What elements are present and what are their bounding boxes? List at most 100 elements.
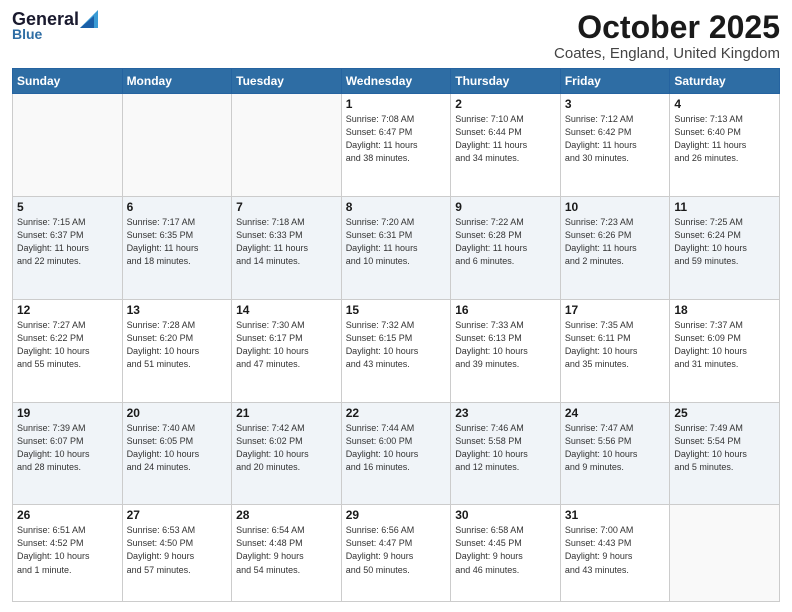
day-info: Sunrise: 7:44 AMSunset: 6:00 PMDaylight:… — [346, 422, 447, 474]
day-info: Sunrise: 7:18 AMSunset: 6:33 PMDaylight:… — [236, 216, 337, 268]
table-row: 5 Sunrise: 7:15 AMSunset: 6:37 PMDaylight… — [13, 196, 123, 299]
day-number: 22 — [346, 406, 447, 420]
day-number: 5 — [17, 200, 118, 214]
table-row: 7 Sunrise: 7:18 AMSunset: 6:33 PMDaylight… — [232, 196, 342, 299]
day-info: Sunrise: 7:32 AMSunset: 6:15 PMDaylight:… — [346, 319, 447, 371]
calendar-week-1: 1 Sunrise: 7:08 AMSunset: 6:47 PMDaylight… — [13, 94, 780, 197]
table-row: 10 Sunrise: 7:23 AMSunset: 6:26 PMDayligh… — [560, 196, 670, 299]
table-row: 1 Sunrise: 7:08 AMSunset: 6:47 PMDaylight… — [341, 94, 451, 197]
day-number: 23 — [455, 406, 556, 420]
day-info: Sunrise: 7:17 AMSunset: 6:35 PMDaylight:… — [127, 216, 228, 268]
location: Coates, England, United Kingdom — [554, 45, 780, 62]
table-row: 23 Sunrise: 7:46 AMSunset: 5:58 PMDayligh… — [451, 402, 561, 505]
day-number: 6 — [127, 200, 228, 214]
col-wednesday: Wednesday — [341, 69, 451, 94]
table-row: 16Sunrise: 7:33 AMSunset: 6:13 PMDayligh… — [451, 299, 561, 402]
day-info: Sunrise: 6:58 AMSunset: 4:45 PMDaylight:… — [455, 524, 556, 576]
logo: General Blue — [12, 10, 98, 42]
page: General Blue October 2025 Coates, Englan… — [0, 0, 792, 612]
table-row: 3 Sunrise: 7:12 AMSunset: 6:42 PMDaylight… — [560, 94, 670, 197]
day-number: 12 — [17, 303, 118, 317]
day-info: Sunrise: 6:53 AMSunset: 4:50 PMDaylight:… — [127, 524, 228, 576]
table-row: 21 Sunrise: 7:42 AMSunset: 6:02 PMDayligh… — [232, 402, 342, 505]
day-number: 30 — [455, 508, 556, 522]
calendar-table: Sunday Monday Tuesday Wednesday Thursday… — [12, 68, 780, 602]
table-row: 29Sunrise: 6:56 AMSunset: 4:47 PMDayligh… — [341, 505, 451, 602]
day-number: 4 — [674, 97, 775, 111]
day-info: Sunrise: 7:28 AMSunset: 6:20 PMDaylight:… — [127, 319, 228, 371]
table-row — [13, 94, 123, 197]
table-row: 9Sunrise: 7:22 AMSunset: 6:28 PMDaylight… — [451, 196, 561, 299]
table-row — [670, 505, 780, 602]
table-row: 27 Sunrise: 6:53 AMSunset: 4:50 PMDayligh… — [122, 505, 232, 602]
day-info: Sunrise: 7:22 AMSunset: 6:28 PMDaylight:… — [455, 216, 556, 268]
table-row: 24Sunrise: 7:47 AMSunset: 5:56 PMDayligh… — [560, 402, 670, 505]
day-info: Sunrise: 7:46 AMSunset: 5:58 PMDaylight:… — [455, 422, 556, 474]
day-info: Sunrise: 7:12 AMSunset: 6:42 PMDaylight:… — [565, 113, 666, 165]
table-row: 13Sunrise: 7:28 AMSunset: 6:20 PMDayligh… — [122, 299, 232, 402]
table-row: 28 Sunrise: 6:54 AMSunset: 4:48 PMDayligh… — [232, 505, 342, 602]
day-number: 15 — [346, 303, 447, 317]
day-number: 21 — [236, 406, 337, 420]
table-row: 25 Sunrise: 7:49 AMSunset: 5:54 PMDayligh… — [670, 402, 780, 505]
header: General Blue October 2025 Coates, Englan… — [12, 10, 780, 62]
day-number: 11 — [674, 200, 775, 214]
day-number: 18 — [674, 303, 775, 317]
day-info: Sunrise: 7:39 AMSunset: 6:07 PMDaylight:… — [17, 422, 118, 474]
day-info: Sunrise: 7:15 AMSunset: 6:37 PMDaylight:… — [17, 216, 118, 268]
table-row: 22 Sunrise: 7:44 AMSunset: 6:00 PMDayligh… — [341, 402, 451, 505]
day-info: Sunrise: 7:25 AMSunset: 6:24 PMDaylight:… — [674, 216, 775, 268]
table-row: 17 Sunrise: 7:35 AMSunset: 6:11 PMDayligh… — [560, 299, 670, 402]
day-info: Sunrise: 6:56 AMSunset: 4:47 PMDaylight:… — [346, 524, 447, 576]
day-number: 17 — [565, 303, 666, 317]
day-info: Sunrise: 7:49 AMSunset: 5:54 PMDaylight:… — [674, 422, 775, 474]
day-info: Sunrise: 7:40 AMSunset: 6:05 PMDaylight:… — [127, 422, 228, 474]
table-row: 2Sunrise: 7:10 AMSunset: 6:44 PMDaylight… — [451, 94, 561, 197]
day-info: Sunrise: 6:51 AMSunset: 4:52 PMDaylight:… — [17, 524, 118, 576]
table-row: 31 Sunrise: 7:00 AMSunset: 4:43 PMDayligh… — [560, 505, 670, 602]
logo-wing-icon — [80, 6, 98, 28]
table-row: 18 Sunrise: 7:37 AMSunset: 6:09 PMDayligh… — [670, 299, 780, 402]
day-number: 1 — [346, 97, 447, 111]
day-info: Sunrise: 7:33 AMSunset: 6:13 PMDaylight:… — [455, 319, 556, 371]
day-number: 20 — [127, 406, 228, 420]
day-info: Sunrise: 7:00 AMSunset: 4:43 PMDaylight:… — [565, 524, 666, 576]
calendar-week-5: 26 Sunrise: 6:51 AMSunset: 4:52 PMDayligh… — [13, 505, 780, 602]
day-info: Sunrise: 7:27 AMSunset: 6:22 PMDaylight:… — [17, 319, 118, 371]
day-number: 26 — [17, 508, 118, 522]
day-info: Sunrise: 6:54 AMSunset: 4:48 PMDaylight:… — [236, 524, 337, 576]
table-row: 4 Sunrise: 7:13 AMSunset: 6:40 PMDaylight… — [670, 94, 780, 197]
day-info: Sunrise: 7:35 AMSunset: 6:11 PMDaylight:… — [565, 319, 666, 371]
calendar-week-2: 5 Sunrise: 7:15 AMSunset: 6:37 PMDaylight… — [13, 196, 780, 299]
day-number: 27 — [127, 508, 228, 522]
logo-subtitle: Blue — [12, 26, 42, 42]
day-number: 2 — [455, 97, 556, 111]
day-info: Sunrise: 7:08 AMSunset: 6:47 PMDaylight:… — [346, 113, 447, 165]
title-block: October 2025 Coates, England, United Kin… — [554, 10, 780, 62]
calendar-week-3: 12 Sunrise: 7:27 AMSunset: 6:22 PMDayligh… — [13, 299, 780, 402]
day-info: Sunrise: 7:47 AMSunset: 5:56 PMDaylight:… — [565, 422, 666, 474]
table-row — [122, 94, 232, 197]
col-sunday: Sunday — [13, 69, 123, 94]
day-info: Sunrise: 7:42 AMSunset: 6:02 PMDaylight:… — [236, 422, 337, 474]
col-monday: Monday — [122, 69, 232, 94]
table-row: 14 Sunrise: 7:30 AMSunset: 6:17 PMDayligh… — [232, 299, 342, 402]
day-number: 31 — [565, 508, 666, 522]
day-number: 3 — [565, 97, 666, 111]
day-number: 14 — [236, 303, 337, 317]
day-info: Sunrise: 7:23 AMSunset: 6:26 PMDaylight:… — [565, 216, 666, 268]
col-saturday: Saturday — [670, 69, 780, 94]
table-row: 6 Sunrise: 7:17 AMSunset: 6:35 PMDaylight… — [122, 196, 232, 299]
col-friday: Friday — [560, 69, 670, 94]
day-number: 25 — [674, 406, 775, 420]
day-number: 10 — [565, 200, 666, 214]
month-title: October 2025 — [554, 10, 780, 45]
day-number: 28 — [236, 508, 337, 522]
day-info: Sunrise: 7:20 AMSunset: 6:31 PMDaylight:… — [346, 216, 447, 268]
day-number: 7 — [236, 200, 337, 214]
header-row: Sunday Monday Tuesday Wednesday Thursday… — [13, 69, 780, 94]
day-info: Sunrise: 7:30 AMSunset: 6:17 PMDaylight:… — [236, 319, 337, 371]
day-info: Sunrise: 7:13 AMSunset: 6:40 PMDaylight:… — [674, 113, 775, 165]
day-info: Sunrise: 7:37 AMSunset: 6:09 PMDaylight:… — [674, 319, 775, 371]
table-row: 15 Sunrise: 7:32 AMSunset: 6:15 PMDayligh… — [341, 299, 451, 402]
